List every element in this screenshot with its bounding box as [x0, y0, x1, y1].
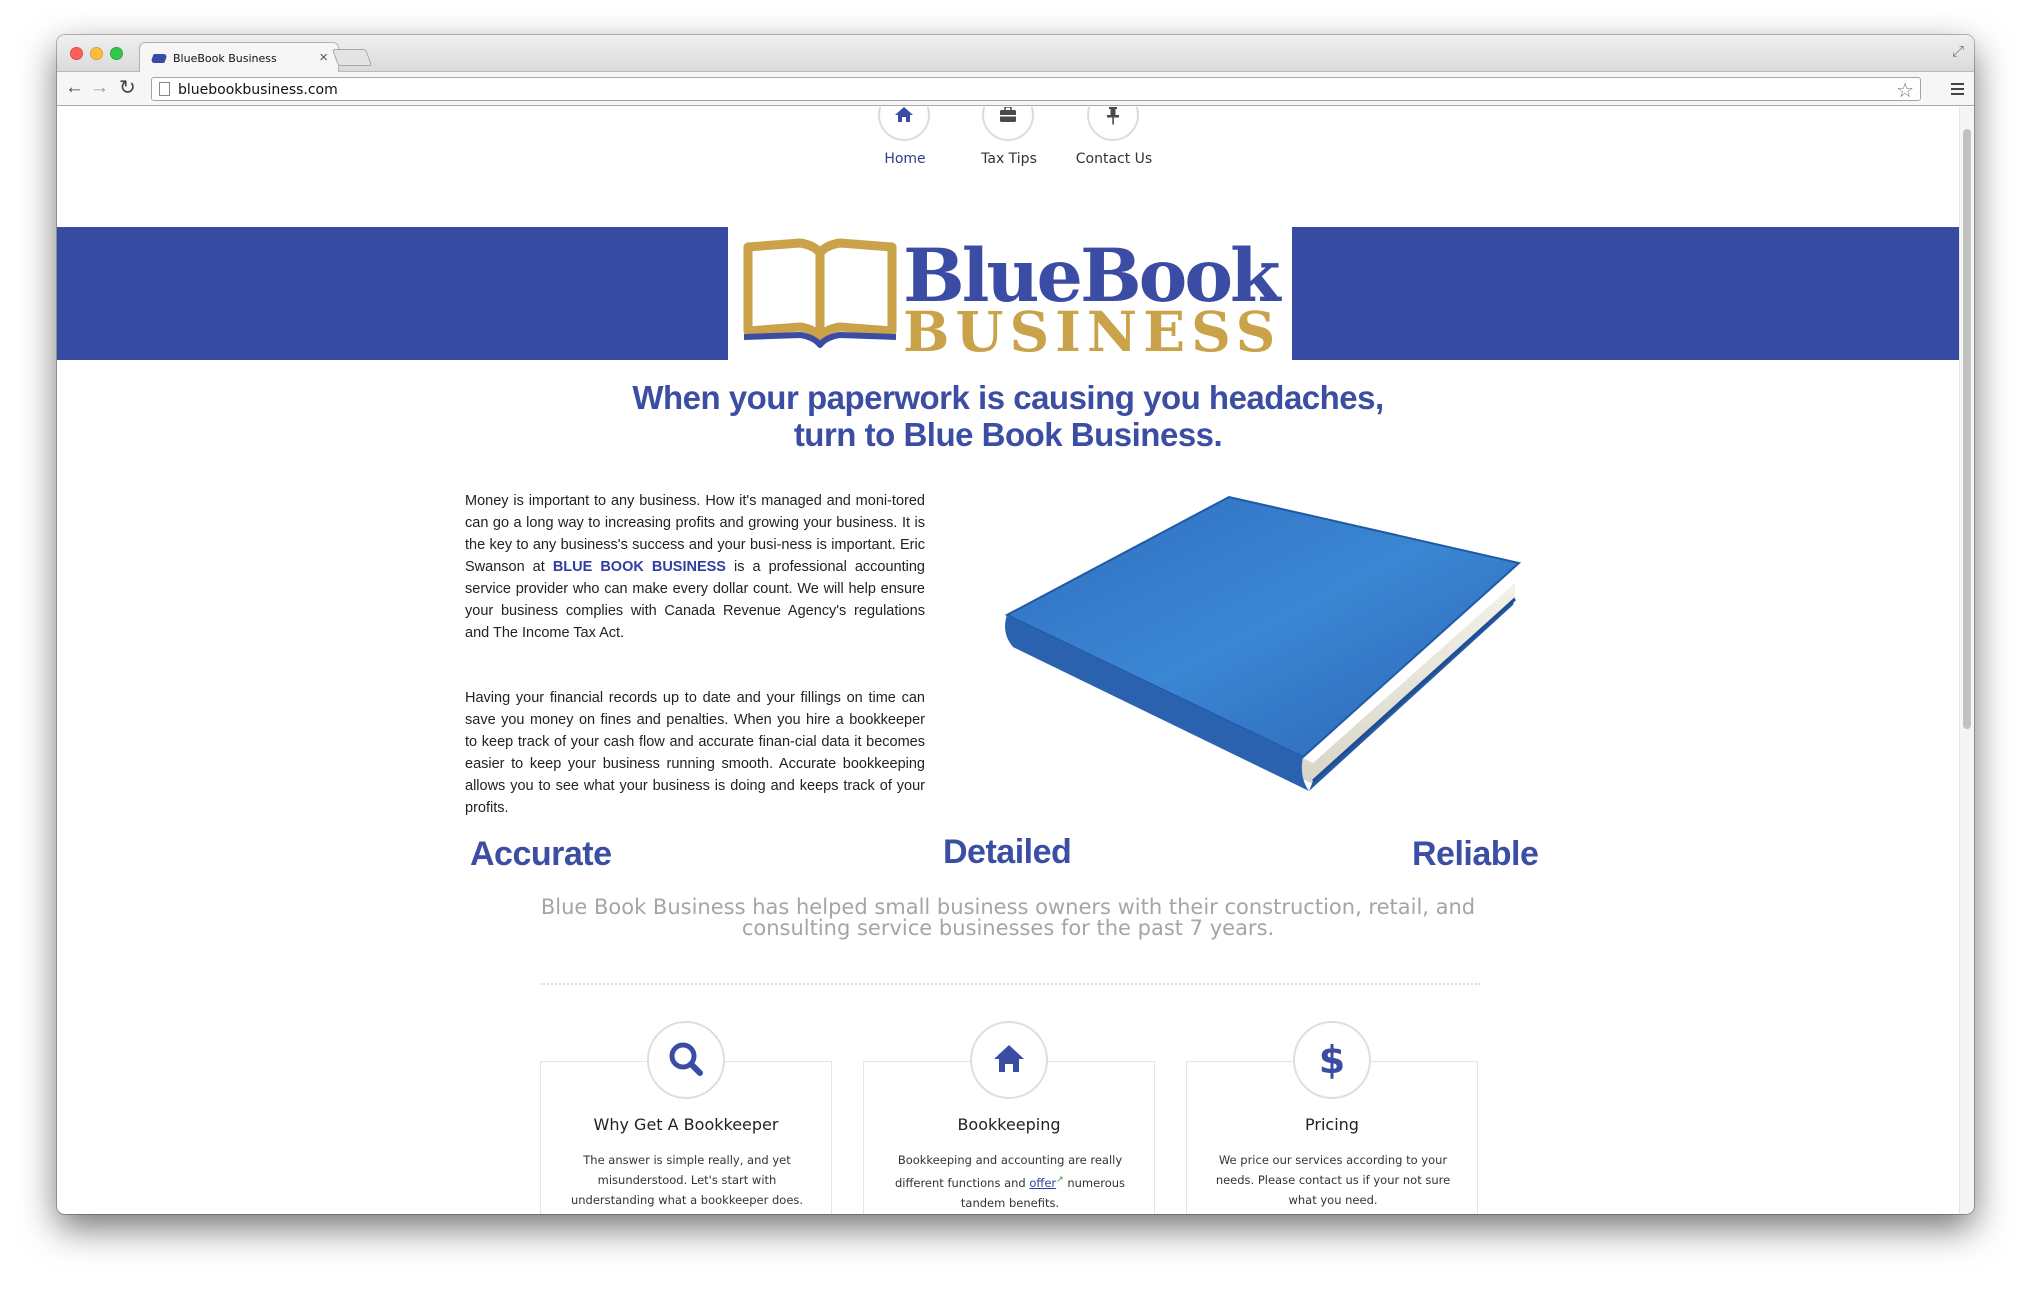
pin-icon[interactable]	[1087, 107, 1139, 141]
home-icon[interactable]	[970, 1021, 1048, 1099]
page-icon	[159, 82, 170, 96]
browser-toolbar: ← → ↻ bluebookbusiness.com ☆	[57, 72, 1974, 106]
tab-title: BlueBook Business	[173, 52, 277, 65]
page-content: Home Tax Tips Contact Us BlueBook BUSINE…	[57, 107, 1974, 1214]
hero-headline-line2: turn to Blue Book Business.	[793, 416, 1223, 453]
minimize-window-button[interactable]	[90, 47, 103, 60]
value-reliable: Reliable	[1412, 835, 1539, 873]
card-title[interactable]: Pricing	[1187, 1115, 1477, 1134]
card-title[interactable]: Why Get A Bookkeeper	[541, 1115, 831, 1134]
offer-link[interactable]: offer	[1029, 1176, 1056, 1190]
open-book-logo-icon	[743, 238, 897, 348]
svg-text:$: $	[1319, 1038, 1345, 1082]
logo-text-business: BUSINESS	[903, 299, 1282, 364]
company-name-highlight: BLUE BOOK BUSINESS	[552, 559, 726, 575]
hero-headline: When your paperwork is causing you heada…	[57, 379, 1959, 453]
card-title[interactable]: Bookkeeping	[864, 1115, 1154, 1134]
site-favicon-icon	[150, 54, 168, 63]
maximize-window-button[interactable]	[110, 47, 123, 60]
home-icon[interactable]	[878, 107, 930, 141]
blue-book-image	[1004, 495, 1522, 791]
address-bar[interactable]: bluebookbusiness.com ☆	[151, 77, 1921, 103]
briefcase-icon[interactable]	[982, 107, 1034, 141]
nav-label-home: Home	[884, 151, 926, 167]
intro-paragraph-2: Having your financial records up to date…	[465, 690, 925, 816]
value-accurate: Accurate	[470, 835, 612, 873]
intro-paragraph-1: Money is important to any business. How …	[465, 490, 925, 644]
new-tab-button[interactable]	[331, 49, 373, 66]
hero-headline-line1: When your paperwork is causing you heada…	[632, 379, 1384, 416]
title-bar: BlueBook Business × ⤢	[57, 35, 1974, 73]
card-text: Bookkeeping and accounting are really di…	[882, 1150, 1138, 1213]
tagline-line1: Blue Book Business has helped small busi…	[540, 895, 1476, 919]
tab-close-icon[interactable]: ×	[319, 49, 328, 66]
url-text[interactable]: bluebookbusiness.com	[178, 82, 338, 98]
browser-tab[interactable]: BlueBook Business ×	[139, 42, 339, 73]
search-icon[interactable]	[647, 1021, 725, 1099]
reload-icon[interactable]: ↻	[119, 77, 136, 99]
page-scrollbar[interactable]	[1959, 107, 1974, 1214]
star-icon[interactable]: ☆	[1896, 78, 1914, 103]
nav-label-contact-us: Contact Us	[1075, 151, 1153, 167]
close-window-button[interactable]	[70, 47, 83, 60]
browser-window: BlueBook Business × ⤢ ← → ↻ bluebookbusi…	[57, 35, 1974, 1214]
tagline-line2: consulting service businesses for the pa…	[741, 916, 1275, 940]
fullscreen-icon[interactable]: ⤢	[1952, 43, 1964, 60]
card-text: The answer is simple really, and yet mis…	[570, 1153, 804, 1207]
banner-stripe-left	[57, 227, 728, 360]
banner-stripe-right	[1292, 227, 1959, 360]
scrollbar-thumb[interactable]	[1963, 129, 1971, 729]
site-logo[interactable]: BlueBook BUSINESS	[728, 227, 1292, 364]
nav-label-tax-tips: Tax Tips	[981, 151, 1037, 167]
forward-arrow-icon[interactable]: →	[90, 77, 109, 99]
dollar-icon[interactable]: $	[1293, 1021, 1371, 1099]
card-text: We price our services according to your …	[1215, 1153, 1451, 1207]
external-link-icon: ↗	[1056, 1175, 1064, 1185]
back-arrow-icon[interactable]: ←	[65, 77, 84, 99]
value-detailed: Detailed	[943, 833, 1072, 871]
section-divider	[540, 983, 1480, 985]
menu-icon[interactable]	[1951, 83, 1964, 95]
tagline: Blue Book Business has helped small busi…	[57, 897, 1959, 939]
